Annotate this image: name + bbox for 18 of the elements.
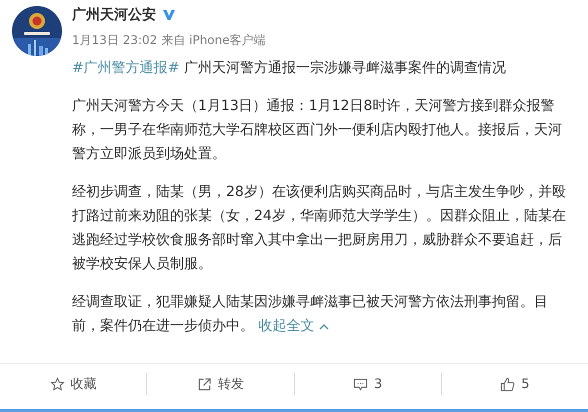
account-name[interactable]: 广州天河公安 bbox=[72, 6, 156, 24]
action-button[interactable]: 5 bbox=[442, 368, 588, 400]
post-title: #广州警方通报# 广州天河警方通报一宗涉嫌寻衅滋事案件的调查情况 bbox=[72, 59, 507, 78]
caret-icon bbox=[318, 323, 329, 330]
post-time[interactable]: 1月13日 23:02 bbox=[72, 33, 158, 47]
hashtag-link[interactable]: #广州警方通报# bbox=[72, 60, 180, 76]
collapse-link[interactable]: 收起全文 bbox=[258, 318, 314, 334]
action-button[interactable]: 收藏 bbox=[0, 368, 146, 400]
post-source: 来自 iPhone客户端 bbox=[161, 33, 266, 47]
action-button[interactable]: 3 bbox=[294, 368, 441, 400]
comment-icon bbox=[352, 376, 368, 392]
thumbs-up-icon bbox=[500, 376, 516, 392]
star-icon bbox=[50, 376, 65, 392]
action-button[interactable]: 转发 bbox=[147, 368, 294, 400]
post-paragraph: 广州天河警方今天（1月13日）通报：1月12日8时许，天河警方接到群众报警称，一男子在华南师范大学石牌校区西门外一便利店内殴打他人。接报后，天河警方立即派员到场处置。 bbox=[72, 97, 563, 164]
post-paragraph: 经初步调查，陆某（男，28岁）在该便利店购买商品时，与店主发生争吵，并殴打路过前来劝阻的张某（女，24岁，华南师范大学学生）。因群众阻止，陆某在逃跑经过学校饮食服务部时窜入其中拿出一把厨房用刀，威胁群众不要追赶，后被学校安保人员制服。 bbox=[72, 183, 567, 274]
post-paragraph: 经调查取证，犯罪嫌疑人陆某因涉嫌寻衅滋事已被天河警方依法刑事拘留。目前，案件仍在进一步侦办中。 收起全文 bbox=[72, 293, 549, 336]
share-icon bbox=[196, 376, 212, 392]
